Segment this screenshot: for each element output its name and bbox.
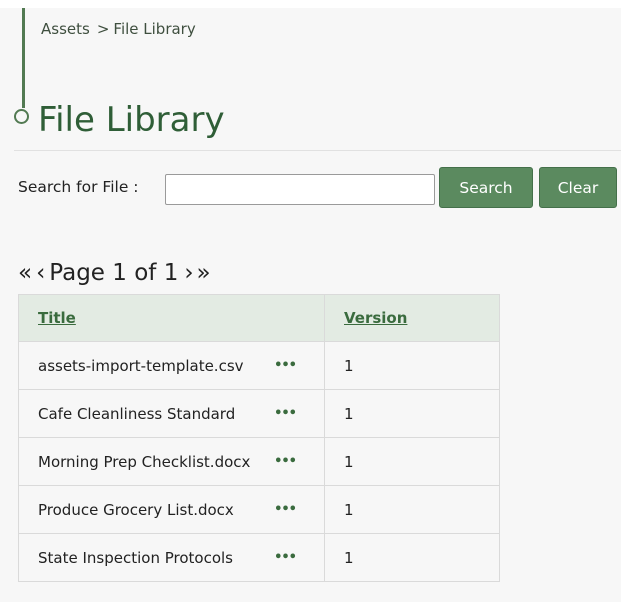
table-row: State Inspection Protocols ••• 1	[18, 533, 500, 582]
version-cell: 1	[324, 437, 500, 486]
more-actions-icon[interactable]: •••	[274, 550, 297, 565]
first-page-icon[interactable]: «	[18, 256, 32, 290]
title-cell: Cafe Cleanliness Standard •••	[18, 389, 325, 438]
table-row: Produce Grocery List.docx ••• 1	[18, 485, 500, 534]
page-indicator: Page 1 of 1	[49, 260, 179, 286]
breadcrumb-current: File Library	[113, 20, 196, 38]
table-header-row: Title Version	[18, 294, 500, 342]
file-title: State Inspection Protocols	[38, 548, 233, 567]
file-title: Morning Prep Checklist.docx	[38, 452, 251, 471]
timeline-node-icon	[14, 109, 29, 124]
search-input[interactable]	[165, 174, 435, 205]
title-cell: Produce Grocery List.docx •••	[18, 485, 325, 534]
timeline-line-icon	[22, 8, 25, 108]
title-divider	[14, 150, 621, 151]
prev-page-icon[interactable]: ‹	[36, 256, 45, 290]
title-cell: assets-import-template.csv •••	[18, 341, 325, 390]
title-column-header: Title	[18, 294, 325, 342]
pagination: « ‹ Page 1 of 1 › »	[18, 256, 211, 290]
more-actions-icon[interactable]: •••	[274, 502, 297, 517]
version-cell: 1	[324, 341, 500, 390]
file-table: Title Version assets-import-template.csv…	[18, 294, 500, 582]
last-page-icon[interactable]: »	[197, 256, 211, 290]
table-row: assets-import-template.csv ••• 1	[18, 341, 500, 390]
title-cell: State Inspection Protocols •••	[18, 533, 325, 582]
breadcrumb: Assets > File Library	[41, 20, 196, 38]
title-cell: Morning Prep Checklist.docx •••	[18, 437, 325, 486]
file-title: Cafe Cleanliness Standard	[38, 404, 236, 423]
version-cell: 1	[324, 389, 500, 438]
breadcrumb-assets-link[interactable]: Assets	[41, 20, 90, 38]
version-cell: 1	[324, 485, 500, 534]
more-actions-icon[interactable]: •••	[274, 358, 297, 373]
clear-button[interactable]: Clear	[539, 167, 617, 208]
version-cell: 1	[324, 533, 500, 582]
next-page-icon[interactable]: ›	[184, 256, 193, 290]
sort-by-version-link[interactable]: Version	[344, 309, 407, 327]
file-title: Produce Grocery List.docx	[38, 500, 234, 519]
more-actions-icon[interactable]: •••	[274, 454, 297, 469]
more-actions-icon[interactable]: •••	[274, 406, 297, 421]
search-button[interactable]: Search	[439, 167, 533, 208]
table-row: Cafe Cleanliness Standard ••• 1	[18, 389, 500, 438]
file-title: assets-import-template.csv	[38, 356, 244, 375]
search-label: Search for File :	[18, 178, 139, 196]
version-column-header: Version	[324, 294, 500, 342]
table-row: Morning Prep Checklist.docx ••• 1	[18, 437, 500, 486]
page-title: File Library	[38, 100, 225, 140]
sort-by-title-link[interactable]: Title	[38, 309, 76, 327]
breadcrumb-separator: >	[96, 20, 110, 38]
